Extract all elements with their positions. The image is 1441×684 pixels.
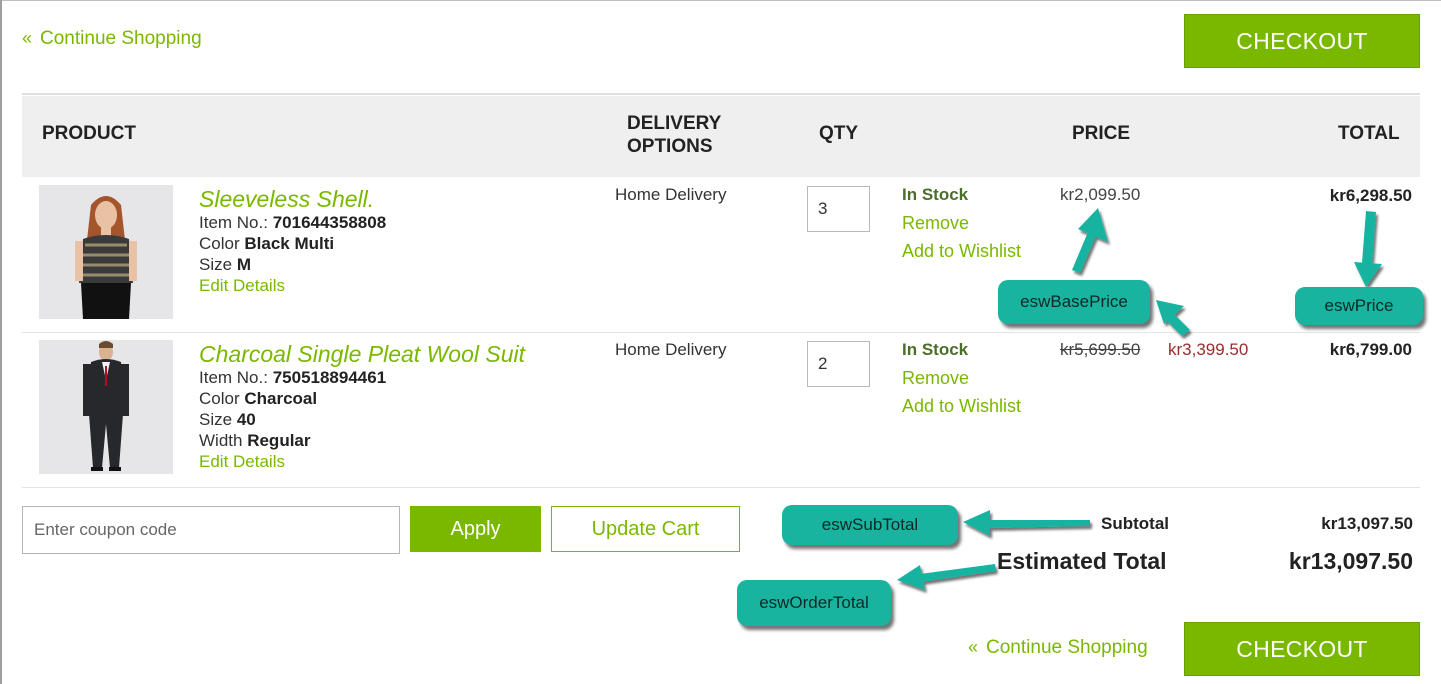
frame-left-border xyxy=(0,0,2,684)
add-to-wishlist-link[interactable]: Add to Wishlist xyxy=(902,396,1021,417)
double-chevron-left-icon: « xyxy=(22,28,33,48)
add-to-wishlist-link[interactable]: Add to Wishlist xyxy=(902,241,1021,262)
item-size: Size 40 xyxy=(199,410,256,430)
coupon-code-input[interactable] xyxy=(22,506,400,554)
delivery-option: Home Delivery xyxy=(615,340,727,359)
base-price: kr2,099.50 xyxy=(1060,185,1141,204)
item-number: Item No.: 701644358808 xyxy=(199,213,386,233)
item-size-label: Size xyxy=(199,255,233,274)
item-width: Width Regular xyxy=(199,431,311,451)
item-width-value: Regular xyxy=(247,431,311,450)
double-chevron-left-icon: « xyxy=(968,637,979,657)
remove-link[interactable]: Remove xyxy=(902,368,969,389)
header-price: PRICE xyxy=(1072,123,1131,144)
item-size-value: M xyxy=(236,255,251,274)
header-product: PRODUCT xyxy=(42,123,136,144)
annotation-esw-subtotal: eswSubTotal xyxy=(782,505,958,545)
table-header-divider xyxy=(22,93,1420,95)
estimated-total-value: kr13,097.50 xyxy=(1288,548,1413,574)
product-name-link[interactable]: Charcoal Single Pleat Wool Suit xyxy=(199,341,525,368)
arrow-to-base-price xyxy=(1072,208,1108,273)
item-number-label: Item No.: xyxy=(199,213,268,232)
item-number-value: 750518894461 xyxy=(272,368,387,387)
row-divider xyxy=(22,487,1420,488)
row-divider xyxy=(22,332,1420,333)
edit-details-link[interactable]: Edit Details xyxy=(199,276,285,296)
subtotal-value: kr13,097.50 xyxy=(1321,514,1413,533)
item-size: Size M xyxy=(199,255,251,275)
continue-shopping-link-bottom[interactable]: « Continue Shopping xyxy=(968,637,1148,659)
delivery-option: Home Delivery xyxy=(615,185,727,204)
annotation-esw-price: eswPrice xyxy=(1295,287,1423,325)
item-number-label: Item No.: xyxy=(199,368,268,387)
annotation-esw-order-total: eswOrderTotal xyxy=(737,580,891,626)
original-price: kr5,699.50 xyxy=(1060,340,1141,359)
arrow-to-sale-price xyxy=(1156,300,1190,336)
estimated-total-label: Estimated Total xyxy=(997,548,1167,574)
apply-coupon-button[interactable]: Apply xyxy=(410,506,541,552)
item-width-label: Width xyxy=(199,431,243,450)
product-name-link[interactable]: Sleeveless Shell. xyxy=(199,186,374,213)
header-delivery-line2: OPTIONS xyxy=(627,136,713,157)
item-color-label: Color xyxy=(199,234,240,253)
arrow-to-line-total xyxy=(1354,211,1382,287)
item-color-label: Color xyxy=(199,389,240,408)
item-color-value: Black Multi xyxy=(244,234,335,253)
checkout-button-top[interactable]: CHECKOUT xyxy=(1184,14,1420,68)
man-model-image xyxy=(39,340,173,474)
line-total: kr6,298.50 xyxy=(1329,186,1412,205)
item-color: Color Charcoal xyxy=(199,389,317,409)
quantity-input[interactable] xyxy=(807,186,870,232)
header-total: TOTAL xyxy=(1338,123,1400,144)
item-size-value: 40 xyxy=(236,410,256,429)
checkout-button-bottom[interactable]: CHECKOUT xyxy=(1184,622,1420,676)
continue-shopping-label: Continue Shopping xyxy=(40,28,202,49)
quantity-input[interactable] xyxy=(807,341,870,387)
item-size-label: Size xyxy=(199,410,233,429)
item-color-value: Charcoal xyxy=(244,389,318,408)
update-cart-button[interactable]: Update Cart xyxy=(551,506,740,552)
item-number: Item No.: 750518894461 xyxy=(199,368,386,388)
header-delivery-options: DELIVERY OPTIONS xyxy=(627,112,721,158)
product-image-wool-suit[interactable] xyxy=(39,340,173,474)
annotation-esw-base-price: eswBasePrice xyxy=(998,280,1150,324)
header-delivery-line1: DELIVERY xyxy=(627,113,722,134)
stock-status: In Stock xyxy=(902,340,969,359)
subtotal-label: Subtotal xyxy=(1101,514,1169,533)
arrow-to-subtotal xyxy=(963,510,1090,536)
item-number-value: 701644358808 xyxy=(272,213,387,232)
remove-link[interactable]: Remove xyxy=(902,213,969,234)
stock-status: In Stock xyxy=(902,185,969,204)
continue-shopping-label: Continue Shopping xyxy=(986,637,1148,658)
frame-top-border xyxy=(0,0,1441,1)
woman-model-image xyxy=(39,185,173,319)
header-qty: QTY xyxy=(819,123,859,144)
item-color: Color Black Multi xyxy=(199,234,334,254)
arrow-to-estimated-total xyxy=(897,564,996,590)
edit-details-link[interactable]: Edit Details xyxy=(199,452,285,472)
product-image-sleeveless-shell[interactable] xyxy=(39,185,173,319)
line-total: kr6,799.00 xyxy=(1329,340,1412,359)
continue-shopping-link-top[interactable]: « Continue Shopping xyxy=(22,28,202,50)
